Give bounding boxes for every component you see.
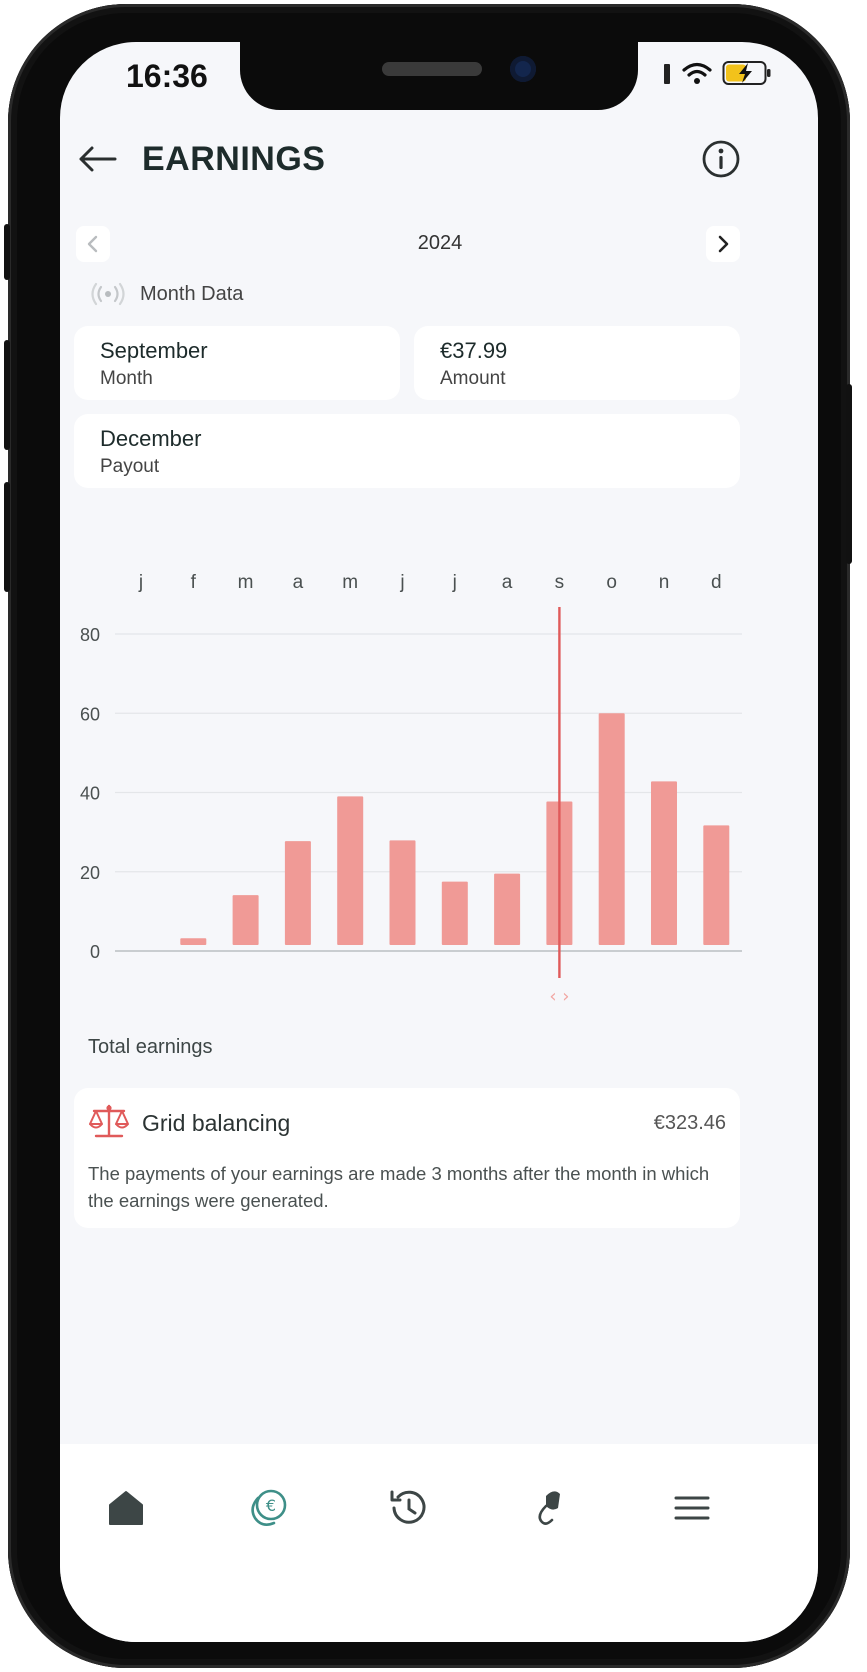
- nav-history[interactable]: [378, 1478, 438, 1538]
- chart-bar: [494, 873, 521, 945]
- front-camera: [510, 56, 536, 82]
- chevron-left-icon: [87, 235, 98, 253]
- info-icon: [702, 140, 740, 178]
- payout-label: Payout: [100, 456, 160, 477]
- screen: 16:36 EARNINGS 2024 Month Data September…: [60, 42, 818, 1642]
- grid-balancing-card: Grid balancing €323.46 The payments of y…: [74, 1088, 740, 1228]
- month-tick-label: d: [711, 572, 722, 593]
- power-button: [846, 384, 852, 564]
- volume-down-button: [4, 482, 10, 592]
- status-time: 16:36: [126, 58, 208, 94]
- history-icon: [390, 1490, 426, 1524]
- amount-value: €37.99: [440, 338, 508, 363]
- y-tick-label: 80: [80, 625, 100, 645]
- volume-up-button: [4, 340, 10, 450]
- svg-text:€: €: [266, 1496, 276, 1515]
- month-data-row: Month Data: [90, 282, 243, 306]
- y-tick-label: 40: [80, 784, 100, 804]
- earnings-bar-chart[interactable]: 0 20 40 60 80 j f m a m j j a s o n d ‹ ›: [60, 562, 818, 1002]
- signal-icon: [664, 64, 670, 84]
- month-card: September Month: [74, 326, 400, 400]
- chart-bar: [703, 825, 730, 945]
- month-value: September: [100, 338, 208, 363]
- amount-card: €37.99 Amount: [414, 326, 740, 400]
- month-tick-label: m: [342, 572, 358, 593]
- nav-menu[interactable]: [662, 1478, 722, 1538]
- phone-frame: 16:36 EARNINGS 2024 Month Data September…: [4, 4, 852, 1668]
- notch: [240, 42, 638, 110]
- month-tick-label: o: [606, 572, 617, 593]
- chart-bar: [598, 713, 625, 945]
- y-tick-label: 60: [80, 704, 100, 724]
- month-tick-label: f: [191, 572, 197, 593]
- mute-switch: [4, 224, 10, 280]
- month-data-label: Month Data: [140, 282, 244, 305]
- chart-bar: [441, 881, 468, 945]
- amount-label: Amount: [440, 368, 506, 389]
- month-tick-label: a: [293, 572, 304, 593]
- year-label: 2024: [417, 232, 463, 254]
- month-tick-label: a: [502, 572, 513, 593]
- next-year-button[interactable]: [706, 226, 740, 262]
- menu-icon: [674, 1496, 710, 1520]
- euro-coins-icon: €: [251, 1489, 287, 1526]
- grid-balancing-description: The payments of your earnings are made 3…: [88, 1163, 710, 1211]
- arrow-left-icon: [79, 146, 117, 172]
- battery-charging-icon: [722, 61, 771, 85]
- chart-bar: [232, 895, 259, 945]
- chart-bar: [337, 796, 364, 945]
- chart-bar: [651, 781, 677, 945]
- month-tick-label: m: [238, 572, 254, 593]
- payout-value: December: [100, 426, 202, 451]
- page-title: EARNINGS: [142, 140, 326, 178]
- home-icon: [109, 1491, 143, 1525]
- nav-home[interactable]: [96, 1478, 156, 1538]
- month-tick-label: j: [138, 572, 143, 593]
- month-tick-label: j: [452, 572, 457, 593]
- charger-plug-icon: [538, 1491, 560, 1525]
- speaker: [382, 62, 482, 76]
- previous-year-button[interactable]: [76, 226, 110, 262]
- y-tick-label: 20: [80, 863, 100, 883]
- chart-bar: [389, 840, 416, 945]
- month-tick-label: s: [555, 572, 565, 593]
- y-tick-label: 0: [90, 942, 100, 962]
- back-button[interactable]: [74, 136, 120, 182]
- selection-drag-handle[interactable]: ‹ ›: [549, 986, 569, 1002]
- month-tick-label: n: [659, 572, 670, 593]
- nav-earnings[interactable]: €: [238, 1478, 298, 1538]
- grid-balancing-title: Grid balancing: [142, 1110, 291, 1136]
- month-label: Month: [100, 368, 153, 389]
- bottom-navigation: €: [60, 1444, 818, 1642]
- info-button[interactable]: [700, 138, 742, 180]
- chart-bar: [180, 938, 207, 945]
- chevron-right-icon: [718, 235, 729, 253]
- grid-balancing-amount: €323.46: [653, 1112, 726, 1134]
- total-earnings-label: Total earnings: [88, 1036, 213, 1058]
- nav-charging[interactable]: [520, 1478, 580, 1538]
- scales-icon: [89, 1104, 129, 1138]
- payout-card: December Payout: [74, 414, 740, 488]
- wifi-icon: [682, 62, 712, 84]
- status-icons: [662, 60, 772, 86]
- month-tick-label: j: [399, 572, 404, 593]
- broadcast-icon: [91, 282, 125, 306]
- chart-bar: [284, 841, 311, 945]
